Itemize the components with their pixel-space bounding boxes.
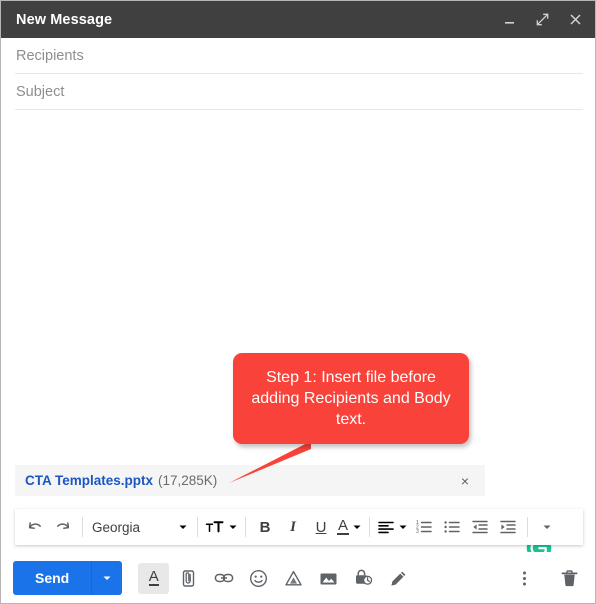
chevron-down-icon	[178, 522, 188, 532]
expand-button[interactable]	[534, 11, 551, 28]
subject-field[interactable]: Subject	[1, 74, 595, 110]
bulleted-list-button[interactable]	[438, 509, 466, 545]
compose-window: New Message Recipients Subject CTA Templ…	[0, 0, 596, 604]
insert-drive-file-icon	[284, 569, 303, 588]
bold-label: B	[259, 518, 271, 536]
italic-button[interactable]: I	[279, 509, 307, 545]
send-options-button[interactable]	[92, 561, 122, 595]
confidential-mode-icon	[354, 568, 374, 588]
insert-photo-button[interactable]	[313, 563, 344, 594]
subject-label: Subject	[16, 84, 65, 100]
recipients-field[interactable]: Recipients	[1, 38, 595, 74]
formatting-toolbar: Georgia B I U A 1 2 3	[15, 509, 583, 545]
bold-button[interactable]: B	[251, 509, 279, 545]
attachment-size: (17,285K)	[158, 473, 218, 488]
text-color-icon: A	[337, 517, 350, 535]
insert-link-icon	[214, 568, 234, 588]
attachment-filename[interactable]: CTA Templates.pptx	[25, 473, 153, 488]
formatting-options-button[interactable]: A	[138, 562, 170, 594]
svg-text:3: 3	[416, 529, 419, 535]
bottom-action-bar: Send A	[1, 552, 595, 603]
insert-signature-button[interactable]	[383, 563, 414, 594]
indent-less-button[interactable]	[466, 509, 494, 545]
attachment-row: CTA Templates.pptx (17,285K) ×	[1, 462, 595, 499]
minimize-button[interactable]	[501, 11, 518, 28]
more-formatting-button[interactable]	[533, 509, 561, 545]
underline-label: U	[315, 518, 327, 536]
numbered-list-button[interactable]: 1 2 3	[410, 509, 438, 545]
send-button[interactable]: Send	[13, 561, 91, 595]
toolbar-divider	[197, 517, 198, 537]
attachment-chip[interactable]: CTA Templates.pptx (17,285K) ×	[15, 465, 485, 496]
confidential-mode-button[interactable]	[348, 563, 379, 594]
insert-link-button[interactable]	[208, 563, 239, 594]
toolbar-divider	[369, 517, 371, 537]
insert-emoji-button[interactable]	[243, 563, 274, 594]
more-options-icon	[522, 569, 527, 588]
indent-more-button[interactable]	[494, 509, 522, 545]
chevron-down-icon	[398, 522, 408, 532]
undo-icon[interactable]	[21, 509, 49, 545]
discard-draft-button[interactable]	[554, 563, 585, 594]
callout-bubble: Step 1: Insert file before adding Recipi…	[233, 353, 469, 444]
text-size-dropdown[interactable]	[203, 518, 240, 536]
toolbar-divider	[527, 517, 529, 537]
insert-drive-file-button[interactable]	[278, 563, 309, 594]
insert-emoji-icon	[249, 569, 268, 588]
chevron-down-icon	[228, 522, 238, 532]
formatting-options-icon: A	[148, 568, 159, 586]
window-title: New Message	[16, 11, 113, 28]
insert-photo-icon	[319, 569, 338, 588]
callout-text: Step 1: Insert file before adding Recipi…	[251, 369, 451, 428]
titlebar-actions	[501, 11, 584, 28]
align-dropdown[interactable]	[375, 518, 410, 536]
attach-file-icon	[179, 569, 198, 588]
text-size-icon	[205, 518, 225, 536]
toolbar-divider	[82, 517, 83, 537]
send-button-group[interactable]: Send	[13, 561, 123, 595]
bottom-bar-right	[495, 563, 585, 594]
recipients-label: Recipients	[16, 48, 84, 64]
redo-icon[interactable]	[49, 509, 77, 545]
toolbar-divider	[245, 517, 246, 537]
titlebar: New Message	[1, 1, 595, 38]
italic-label: I	[290, 518, 296, 535]
insert-signature-icon	[389, 569, 408, 588]
attach-file-button[interactable]	[173, 563, 204, 594]
close-button[interactable]	[567, 11, 584, 28]
align-left-icon	[377, 518, 395, 536]
underline-button[interactable]: U	[307, 509, 335, 545]
font-family-dropdown[interactable]: Georgia	[88, 520, 192, 535]
remove-attachment-button[interactable]: ×	[457, 473, 473, 489]
text-color-dropdown[interactable]: A	[335, 517, 364, 535]
chevron-down-icon	[352, 522, 362, 532]
more-options-button[interactable]	[509, 563, 540, 594]
discard-draft-icon	[560, 569, 579, 588]
font-family-value: Georgia	[92, 519, 141, 535]
